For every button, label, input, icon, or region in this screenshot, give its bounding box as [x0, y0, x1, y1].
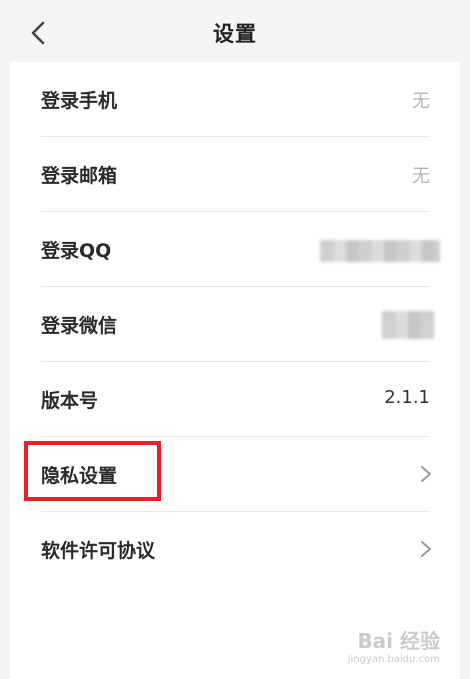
- settings-list: 登录手机 无 登录邮箱 无 登录QQ 登录微信 版本号 2.1.1 隐私设置 软…: [10, 62, 460, 679]
- settings-row-value: 无: [412, 166, 430, 187]
- version-value: 2.1.1: [384, 387, 430, 408]
- settings-row-license[interactable]: 软件许可协议: [10, 512, 460, 587]
- settings-row-label: 登录微信: [41, 315, 118, 337]
- page-title: 设置: [213, 22, 257, 46]
- highlight-annotation-box: [24, 441, 161, 501]
- settings-row-version: 版本号 2.1.1: [10, 362, 460, 437]
- settings-row-label: 登录手机: [41, 90, 118, 112]
- settings-row-label: 登录QQ: [41, 240, 112, 262]
- top-bar: 设置: [0, 0, 470, 64]
- watermark-url: jingyan.baidu.com: [347, 654, 440, 665]
- watermark-brand: Bai 经验: [357, 629, 440, 653]
- settings-row-label: 软件许可协议: [41, 540, 156, 562]
- chevron-right-icon: [421, 541, 431, 557]
- settings-row-login-email[interactable]: 登录邮箱 无: [10, 137, 460, 212]
- settings-row-label: 登录邮箱: [41, 165, 118, 187]
- watermark: Bai 经验 jingyan.baidu.com: [348, 631, 440, 665]
- settings-row-login-qq[interactable]: 登录QQ: [10, 212, 460, 287]
- blurred-value: [382, 311, 434, 339]
- settings-row-label: 版本号: [41, 390, 99, 412]
- settings-row-value: 无: [412, 91, 430, 112]
- blurred-value: [320, 240, 440, 262]
- settings-screen: 设置 登录手机 无 登录邮箱 无 登录QQ 登录微信 版本号 2.1.1 隐私设…: [0, 0, 470, 679]
- chevron-right-icon: [421, 466, 431, 482]
- settings-row-login-phone[interactable]: 登录手机 无: [10, 62, 460, 137]
- settings-row-login-wechat[interactable]: 登录微信: [10, 287, 460, 362]
